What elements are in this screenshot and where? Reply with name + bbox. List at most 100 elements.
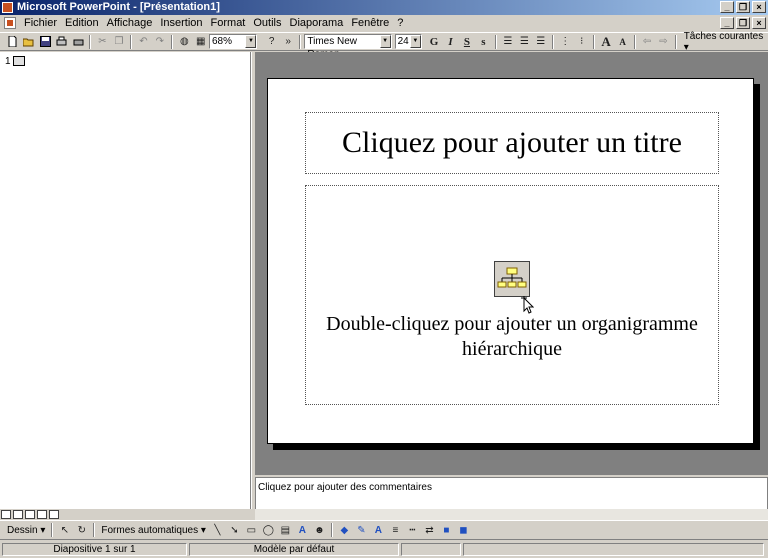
menu-fichier[interactable]: Fichier — [20, 17, 61, 29]
decrease-font-button[interactable]: A — [614, 34, 630, 50]
zoom-select[interactable]: 68% ▼ — [208, 34, 258, 49]
promote-button[interactable]: ⇦ — [639, 34, 655, 50]
italic-button[interactable]: I — [442, 34, 458, 50]
textbox-button[interactable]: ▤ — [277, 522, 294, 538]
oval-button[interactable]: ◯ — [260, 522, 277, 538]
save-button[interactable] — [37, 34, 53, 50]
line-button[interactable]: ╲ — [209, 522, 226, 538]
copy-button[interactable]: ❐ — [111, 34, 127, 50]
status-blank-2 — [463, 543, 764, 556]
org-chart-prompt-line2: hiérarchique — [462, 338, 562, 360]
menu-help[interactable]: ? — [393, 17, 407, 29]
align-right-button[interactable]: ☰ — [533, 34, 549, 50]
restore-button[interactable]: ❐ — [736, 1, 750, 13]
bold-button[interactable]: G — [426, 34, 442, 50]
dessin-menu[interactable]: Dessin ▾ — [4, 525, 48, 536]
dash-style-button[interactable]: ┅ — [404, 522, 421, 538]
menu-insertion[interactable]: Insertion — [156, 17, 206, 29]
document-icon[interactable] — [4, 17, 16, 29]
wordart-button[interactable]: A — [294, 522, 311, 538]
font-color-button[interactable]: A — [370, 522, 387, 538]
separator — [633, 34, 636, 49]
redo-button[interactable]: ↷ — [152, 34, 168, 50]
doc-close-button[interactable]: × — [752, 17, 766, 29]
separator — [171, 34, 174, 49]
separator — [299, 34, 302, 49]
org-chart-placeholder[interactable]: Double-cliquez pour ajouter un organigra… — [305, 185, 719, 405]
print-preview-button[interactable] — [53, 34, 69, 50]
shadow-style-button[interactable]: ■ — [438, 522, 455, 538]
menu-outils[interactable]: Outils — [249, 17, 285, 29]
slideshow-button[interactable] — [49, 510, 59, 519]
slide-view-button[interactable] — [25, 510, 35, 519]
font-size-select[interactable]: 24 ▼ — [394, 34, 422, 49]
3d-style-button[interactable]: ◼ — [455, 522, 472, 538]
rectangle-button[interactable]: ▭ — [243, 522, 260, 538]
menu-fenetre[interactable]: Fenêtre — [347, 17, 393, 29]
separator — [130, 34, 133, 49]
align-center-icon: ☰ — [519, 36, 529, 47]
help-button[interactable]: ? — [263, 34, 279, 50]
horizontal-scrollbar[interactable] — [255, 509, 768, 520]
notes-pane[interactable]: Cliquez pour ajouter des commentaires — [255, 477, 768, 510]
slide-sorter-button[interactable] — [37, 510, 47, 519]
hyperlink-button[interactable]: ◍ — [176, 34, 192, 50]
doc-restore-button[interactable]: ❐ — [736, 17, 750, 29]
free-rotate-button[interactable]: ↻ — [73, 522, 90, 538]
separator — [330, 523, 333, 537]
outline-view-button[interactable] — [13, 510, 23, 519]
more-buttons[interactable]: » — [280, 34, 296, 50]
shadow-button[interactable]: s — [475, 34, 491, 50]
print-button[interactable] — [70, 34, 86, 50]
chevron-down-icon[interactable]: ▼ — [245, 35, 257, 48]
close-button[interactable]: × — [752, 1, 766, 13]
underline-button[interactable]: S — [459, 34, 475, 50]
numbering-button[interactable]: ⋮ — [557, 34, 573, 50]
title-placeholder[interactable]: Cliquez pour ajouter un titre — [305, 112, 719, 174]
paint-bucket-icon: ◆ — [340, 524, 349, 536]
align-left-button[interactable]: ☰ — [500, 34, 516, 50]
new-document-icon — [8, 36, 17, 47]
fill-color-button[interactable]: ◆ — [336, 522, 353, 538]
org-chart-icon[interactable] — [494, 261, 530, 297]
outline-pane[interactable]: 1 — [0, 52, 251, 509]
font-name-select[interactable]: Times New Roman ▼ — [304, 34, 392, 60]
title-bar: Microsoft PowerPoint - [Présentation1] _… — [0, 0, 768, 15]
cut-button[interactable]: ✂ — [94, 34, 110, 50]
bullets-button[interactable]: ⁝ — [573, 34, 589, 50]
line-color-button[interactable]: ✎ — [353, 522, 370, 538]
autoshapes-menu[interactable]: Formes automatiques ▾ — [98, 525, 209, 536]
increase-font-button[interactable]: A — [598, 34, 614, 50]
slide-icon[interactable] — [13, 56, 25, 66]
table-button[interactable]: ▦ — [193, 34, 209, 50]
separator — [494, 34, 497, 49]
arrow-style-button[interactable]: ⇄ — [421, 522, 438, 538]
undo-button[interactable]: ↶ — [135, 34, 151, 50]
menu-format[interactable]: Format — [207, 17, 250, 29]
status-slide-count: Diapositive 1 sur 1 — [2, 543, 187, 556]
clipart-button[interactable]: ☻ — [311, 522, 328, 538]
menu-edition[interactable]: Edition — [61, 17, 103, 29]
slide[interactable]: Cliquez pour ajouter un titre Double-cli… — [267, 78, 754, 444]
font-color-icon: A — [374, 524, 382, 536]
dash-style-icon: ┅ — [409, 524, 416, 536]
minimize-button[interactable]: _ — [720, 1, 734, 13]
normal-view-button[interactable] — [1, 510, 11, 519]
select-objects-button[interactable]: ↖ — [56, 522, 73, 538]
align-left-icon: ☰ — [503, 36, 513, 47]
common-tasks-button[interactable]: Tâches courantes ▾ — [684, 31, 768, 53]
line-style-button[interactable]: ≡ — [387, 522, 404, 538]
powerpoint-app-icon[interactable] — [2, 2, 13, 13]
menu-affichage[interactable]: Affichage — [103, 17, 157, 29]
doc-minimize-button[interactable]: _ — [720, 17, 734, 29]
menu-diaporama[interactable]: Diaporama — [286, 17, 348, 29]
arrow-button[interactable]: ➘ — [226, 522, 243, 538]
demote-button[interactable]: ⇨ — [655, 34, 671, 50]
chevron-down-icon[interactable]: ▼ — [409, 35, 421, 48]
save-disk-icon — [39, 36, 51, 47]
chevron-down-icon[interactable]: ▼ — [379, 35, 391, 48]
align-right-icon: ☰ — [536, 36, 546, 47]
open-button[interactable] — [20, 34, 36, 50]
align-center-button[interactable]: ☰ — [516, 34, 532, 50]
new-button[interactable] — [4, 34, 20, 50]
